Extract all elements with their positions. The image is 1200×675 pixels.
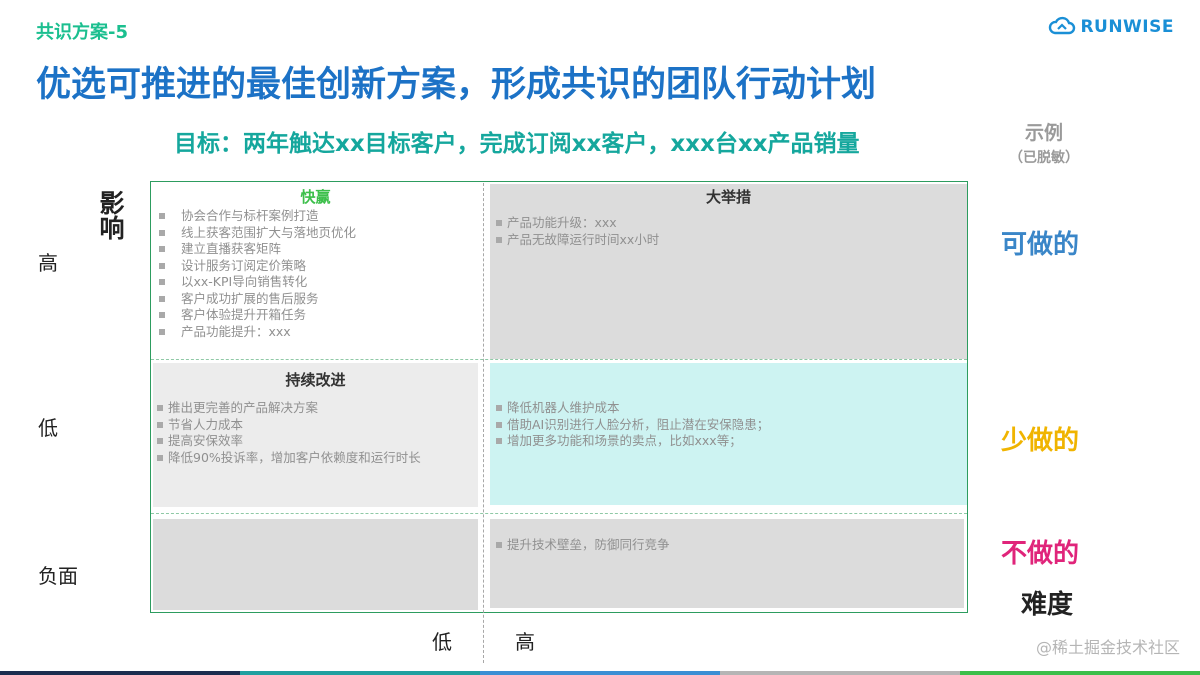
bullet-square-icon	[159, 279, 165, 285]
watermark: @稀土掘金技术社区	[1035, 638, 1180, 657]
bar-segment	[720, 671, 960, 675]
list-item: 协会合作与标杆案例打造	[159, 208, 478, 225]
bullet-square-icon	[157, 405, 163, 411]
brand-logo-text: RUNWISE	[1080, 17, 1174, 37]
y-level-high: 高	[38, 251, 58, 275]
example-desensitized-note: （已脱敏）	[1009, 150, 1079, 166]
example-note: 示例 （已脱敏）	[1005, 118, 1083, 167]
bullet-square-icon	[496, 421, 502, 428]
brand-logo: RUNWISE	[1048, 14, 1174, 40]
y-axis-title-text: 影响	[96, 190, 125, 240]
list-item: 线上获客范围扩大与落地页优化	[159, 225, 478, 242]
quadrant-negative-high-difficulty: 提升技术壁垒，防御同行竞争	[490, 519, 964, 608]
bullet-square-icon	[159, 262, 165, 269]
quadrant-title-quick-win: 快赢	[300, 188, 331, 206]
bullet-square-icon	[159, 312, 165, 318]
quadrant-low-impact-high-difficulty: 降低机器人维护成本 借助AI识别进行人脸分析，阻止潜在安保隐患； 增加更多功能和…	[490, 363, 967, 505]
list-item: 降低机器人维护成本	[496, 400, 967, 417]
quick-win-list: 协会合作与标杆案例打造 线上获客范围扩大与落地页优化 建立直播获客矩阵 设计服务…	[153, 208, 478, 340]
quadrant-negative-low-difficulty	[153, 519, 478, 610]
bar-segment	[960, 671, 1200, 675]
bullet-square-icon	[159, 246, 165, 252]
quadrant-title-big-bet: 大举措	[705, 188, 751, 206]
list-item: 推出更完善的产品解决方案	[157, 400, 478, 417]
list-item: 提高安保效率	[157, 433, 478, 450]
list-item: 以xx-KPI导向销售转化	[159, 274, 478, 291]
bottom-color-bar	[0, 671, 1200, 675]
bullet-square-icon	[496, 220, 502, 226]
column-divider	[483, 183, 484, 663]
bar-segment	[0, 671, 240, 675]
list-item: 增加更多功能和场景的卖点，比如xxx等；	[496, 433, 967, 450]
list-item: 提升技术壁垒，防御同行竞争	[496, 537, 964, 554]
x-level-low: 低	[432, 630, 452, 654]
list-item: 产品无故障运行时间xx小时	[496, 232, 967, 249]
list-item: 节省人力成本	[157, 417, 478, 434]
label-do-less: 少做的	[1001, 426, 1080, 456]
list-item: 产品功能升级：xxx	[496, 215, 967, 232]
negative-high-list: 提升技术壁垒，防御同行竞争	[490, 537, 964, 554]
bullet-square-icon	[159, 328, 165, 335]
list-item: 客户成功扩展的售后服务	[159, 291, 478, 308]
bullet-square-icon	[157, 421, 163, 428]
slide-tag: 共识方案-5	[36, 22, 128, 43]
bar-segment	[240, 671, 480, 675]
quadrant-title-continuous-improvement: 持续改进	[285, 371, 346, 389]
row-divider	[151, 359, 967, 360]
bullet-square-icon	[496, 405, 502, 411]
low-high-list: 降低机器人维护成本 借助AI识别进行人脸分析，阻止潜在安保隐患； 增加更多功能和…	[490, 400, 967, 450]
bullet-square-icon	[157, 454, 163, 461]
list-item: 产品功能提升：xxx	[159, 324, 478, 341]
x-axis-title: 难度	[1021, 590, 1074, 620]
list-item: 设计服务订阅定价策略	[159, 258, 478, 275]
y-level-low: 低	[38, 416, 58, 440]
bullet-square-icon	[496, 542, 502, 548]
example-label: 示例	[1024, 122, 1063, 144]
improvement-list: 推出更完善的产品解决方案 节省人力成本 提高安保效率 降低90%投诉率，增加客户…	[153, 400, 478, 466]
label-dont: 不做的	[1001, 539, 1080, 569]
quadrant-continuous-improvement: 持续改进 推出更完善的产品解决方案 节省人力成本 提高安保效率 降低90%投诉率…	[153, 363, 478, 507]
bullet-square-icon	[496, 438, 502, 444]
list-item: 借助AI识别进行人脸分析，阻止潜在安保隐患；	[496, 417, 967, 434]
cloud-icon	[1048, 14, 1076, 40]
list-item: 降低90%投诉率，增加客户依赖度和运行时长	[157, 450, 478, 467]
page-title: 优选可推进的最佳创新方案，形成共识的团队行动计划	[36, 65, 877, 105]
bullet-square-icon	[159, 229, 165, 236]
bullet-square-icon	[157, 438, 163, 444]
y-level-negative: 负面	[38, 564, 78, 588]
big-bet-list: 产品功能升级：xxx 产品无故障运行时间xx小时	[490, 215, 967, 248]
x-level-high: 高	[515, 630, 535, 654]
bar-segment	[480, 671, 720, 675]
bullet-square-icon	[159, 213, 165, 219]
label-do: 可做的	[1001, 230, 1080, 260]
bullet-square-icon	[496, 236, 502, 243]
bullet-square-icon	[159, 295, 165, 302]
list-item: 建立直播获客矩阵	[159, 241, 478, 258]
quadrant-quick-win: 快赢 协会合作与标杆案例打造 线上获客范围扩大与落地页优化 建立直播获客矩阵 设…	[153, 184, 478, 359]
quadrant-big-bet: 大举措 产品功能升级：xxx 产品无故障运行时间xx小时	[490, 184, 967, 359]
y-axis-title: 影响	[96, 190, 131, 240]
list-item: 客户体验提升开箱任务	[159, 307, 478, 324]
impact-difficulty-matrix: 快赢 协会合作与标杆案例打造 线上获客范围扩大与落地页优化 建立直播获客矩阵 设…	[150, 181, 968, 613]
goal-statement: 目标：两年触达xx目标客户，完成订阅xx客户，xxx台xx产品销量	[174, 131, 860, 157]
row-divider	[151, 513, 967, 514]
